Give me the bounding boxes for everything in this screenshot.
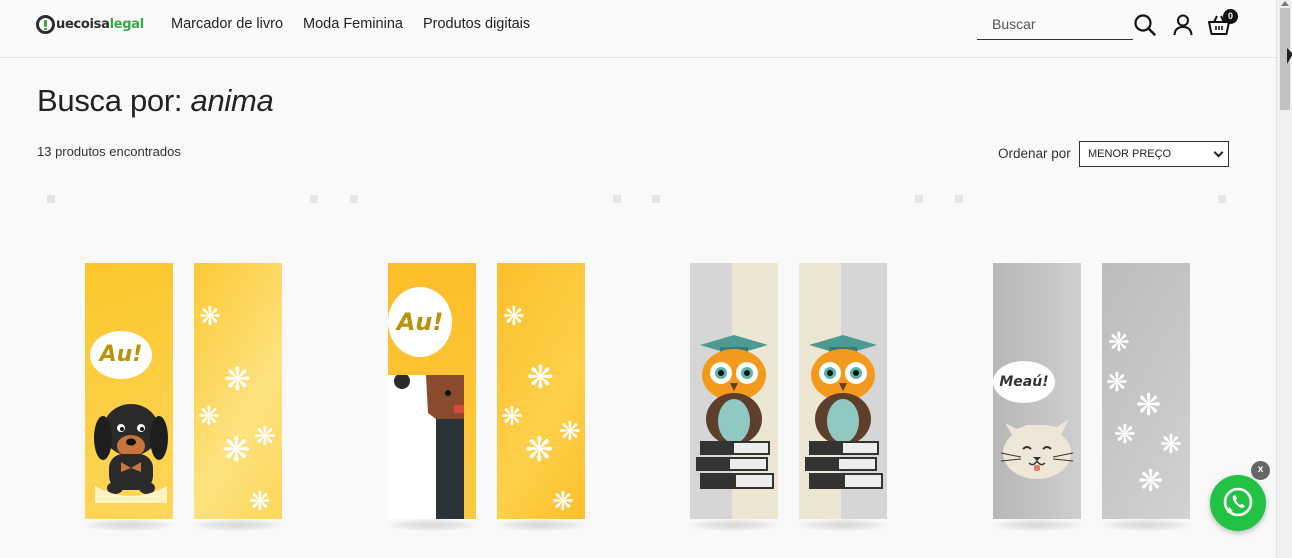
product-card[interactable]: Meaú! ❋ ❋ ❋ ❋ ❋ ❋ bbox=[948, 193, 1228, 558]
product-image-front: Au! bbox=[388, 263, 476, 519]
image-placeholder-corner bbox=[955, 195, 963, 203]
image-shadow bbox=[690, 519, 778, 531]
nav-item-produtos-digitais[interactable]: Produtos digitais bbox=[423, 16, 530, 32]
image-placeholder-corner bbox=[310, 195, 318, 203]
product-image-front: Au! bbox=[85, 263, 173, 519]
paw-icon: ❋ bbox=[198, 401, 220, 431]
nav-item-moda-feminina[interactable]: Moda Feminina bbox=[303, 16, 403, 32]
page-scrollbar[interactable] bbox=[1276, 0, 1292, 558]
nav-item-marcador-de-livro[interactable]: Marcador de livro bbox=[171, 16, 283, 32]
cat-illustration bbox=[1000, 419, 1074, 479]
image-shadow bbox=[1102, 519, 1190, 531]
paw-icon: ❋ bbox=[527, 359, 554, 395]
logo-text: uecoisalegal bbox=[56, 16, 144, 32]
paw-icon: ❋ bbox=[503, 301, 525, 331]
product-card[interactable]: Au! ❋ ❋ ❋ ❋ ❋ ❋ bbox=[40, 193, 320, 558]
paw-icon: ❋ bbox=[525, 431, 554, 469]
product-image-front bbox=[690, 263, 778, 519]
paw-icon: ❋ bbox=[1136, 389, 1162, 422]
paw-icon: ❋ bbox=[1138, 465, 1164, 498]
page-title: Busca por: anima bbox=[37, 83, 274, 118]
product-image-back: ❋ ❋ ❋ ❋ ❋ ❋ bbox=[1102, 263, 1190, 519]
user-icon[interactable] bbox=[1171, 13, 1195, 37]
product-card[interactable] bbox=[645, 193, 925, 558]
dachshund-illustration bbox=[94, 404, 168, 503]
product-image-front: Meaú! bbox=[993, 263, 1081, 519]
paw-icon: ❋ bbox=[199, 301, 221, 331]
paw-icon: ❋ bbox=[254, 421, 276, 451]
paw-icon: ❋ bbox=[222, 431, 251, 469]
image-placeholder-corner bbox=[1218, 195, 1226, 203]
sort-selected-value: MENOR PREÇO bbox=[1088, 148, 1172, 160]
main-nav: Marcador de livro Moda Feminina Produtos… bbox=[171, 16, 530, 32]
image-placeholder-corner bbox=[47, 195, 55, 203]
speech-bubble: Meaú! bbox=[993, 361, 1055, 403]
image-shadow bbox=[194, 519, 282, 531]
sort-label: Ordenar por bbox=[998, 146, 1071, 161]
speech-bubble: Au! bbox=[90, 331, 152, 379]
paw-icon: ❋ bbox=[1106, 367, 1128, 397]
image-placeholder-corner bbox=[915, 195, 923, 203]
site-header: uecoisalegal Marcador de livro Moda Femi… bbox=[0, 0, 1276, 58]
product-image-back: ❋ ❋ ❋ ❋ ❋ ❋ bbox=[194, 263, 282, 519]
paw-icon: ❋ bbox=[1114, 419, 1136, 449]
image-shadow bbox=[85, 519, 173, 531]
site-logo[interactable]: uecoisalegal bbox=[36, 14, 144, 34]
cart-button[interactable]: 0 bbox=[1207, 9, 1238, 37]
paw-icon: ❋ bbox=[559, 416, 581, 446]
search-input[interactable] bbox=[977, 10, 1133, 38]
mouse-cursor-icon bbox=[1287, 48, 1292, 64]
product-image-back: ❋ ❋ ❋ ❋ ❋ ❋ bbox=[497, 263, 585, 519]
speech-bubble: Au! bbox=[388, 287, 452, 357]
dog-illustration bbox=[388, 375, 464, 519]
product-image-back bbox=[799, 263, 887, 519]
paw-icon: ❋ bbox=[1108, 327, 1130, 357]
search-term: anima bbox=[190, 83, 274, 118]
search-box bbox=[977, 10, 1133, 40]
chevron-down-icon bbox=[1213, 147, 1224, 157]
whatsapp-button[interactable] bbox=[1210, 475, 1266, 531]
owl-illustration bbox=[696, 335, 774, 489]
image-placeholder-corner bbox=[652, 195, 660, 203]
image-shadow bbox=[799, 519, 887, 531]
whatsapp-icon bbox=[1223, 487, 1253, 517]
paw-icon: ❋ bbox=[1160, 429, 1182, 459]
owl-illustration bbox=[805, 335, 883, 489]
paw-icon: ❋ bbox=[501, 401, 523, 431]
logo-mark-icon bbox=[36, 14, 55, 34]
cart-count-badge: 0 bbox=[1223, 9, 1238, 24]
paw-icon: ❋ bbox=[552, 486, 574, 516]
image-placeholder-corner bbox=[350, 195, 358, 203]
paw-icon: ❋ bbox=[224, 361, 251, 397]
scroll-up-arrow-icon[interactable] bbox=[1281, 1, 1289, 6]
result-count: 13 produtos encontrados bbox=[37, 144, 181, 159]
image-shadow bbox=[388, 519, 476, 531]
paw-icon: ❋ bbox=[249, 486, 271, 516]
image-shadow bbox=[497, 519, 585, 531]
image-shadow bbox=[993, 519, 1081, 531]
image-placeholder-corner bbox=[613, 195, 621, 203]
search-icon[interactable] bbox=[1133, 13, 1157, 37]
product-card[interactable]: Au! ❋ ❋ ❋ ❋ ❋ ❋ bbox=[343, 193, 623, 558]
sort-select[interactable]: MENOR PREÇO bbox=[1079, 141, 1229, 167]
